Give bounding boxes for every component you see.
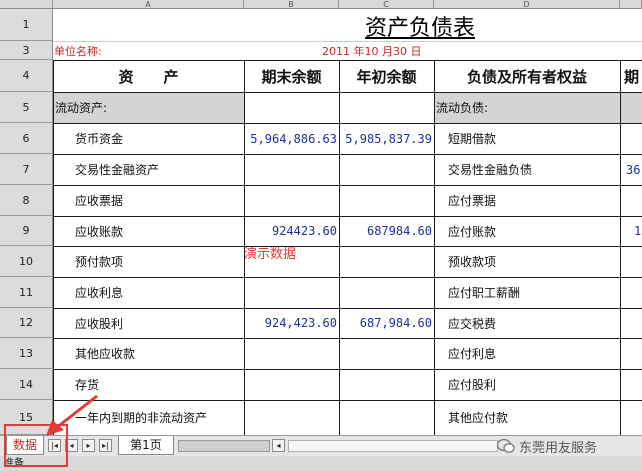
watermark: 东莞用友服务 (497, 436, 642, 456)
wechat-logo-icon (497, 438, 515, 453)
watermark-text: 东莞用友服务 (519, 440, 598, 456)
annotation-arrow-icon (46, 394, 98, 436)
